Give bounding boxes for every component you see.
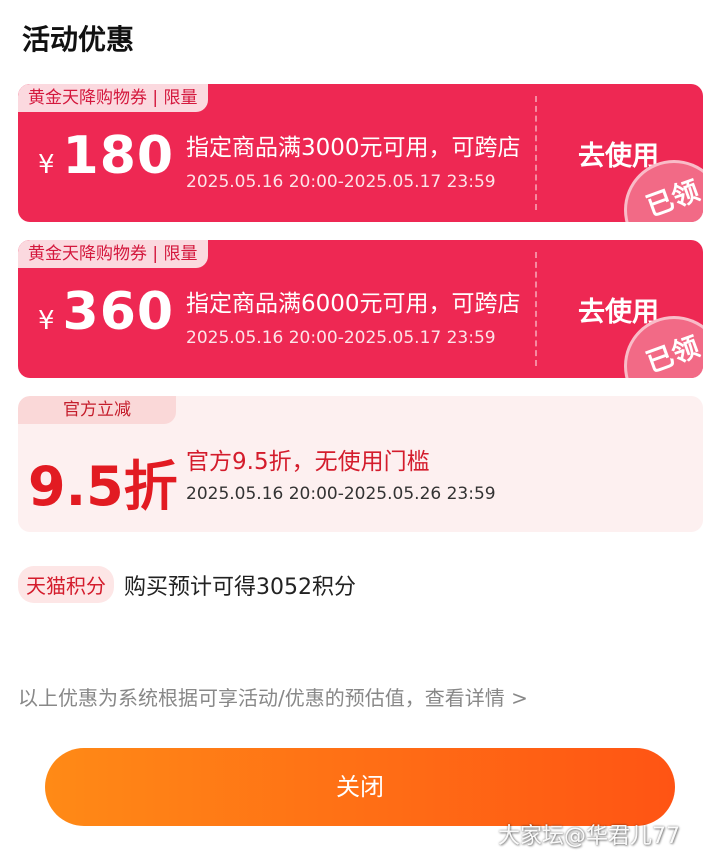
discount-rate: 9.5折 — [28, 455, 178, 518]
coupon-tag: 黄金天降购物券 | 限量 — [18, 240, 208, 268]
coupon-description: 指定商品满3000元可用，可跨店 — [186, 135, 521, 161]
coupon-card[interactable]: 黄金天降购物券 | 限量 ¥ 180 指定商品满3000元可用，可跨店 2025… — [18, 84, 703, 222]
points-row: 天猫积分 购买预计可得3052积分 — [18, 566, 356, 603]
coupon-card[interactable]: 黄金天降购物券 | 限量 ¥ 360 指定商品满6000元可用，可跨店 2025… — [18, 240, 703, 378]
currency-symbol: ¥ — [38, 306, 55, 336]
coupon-tag: 黄金天降购物券 | 限量 — [18, 84, 208, 112]
claimed-stamp-text: 已领 — [642, 175, 703, 222]
coupon-value: 180 — [62, 126, 175, 186]
coupon-amount: ¥ 360 — [38, 282, 174, 342]
tmall-points-badge: 天猫积分 — [18, 566, 114, 603]
coupon-validity: 2025.05.16 20:00-2025.05.17 23:59 — [186, 328, 496, 348]
coupon-amount: ¥ 180 — [38, 126, 174, 186]
claimed-stamp-text: 已领 — [642, 331, 703, 378]
official-discount-tag: 官方立减 — [18, 396, 176, 424]
view-details-link[interactable]: 以上优惠为系统根据可享活动/优惠的预估值，查看详情 > — [18, 682, 528, 711]
official-discount-card: 官方立减 9.5折 官方9.5折，无使用门槛 2025.05.16 20:00-… — [18, 396, 703, 532]
points-text: 购买预计可得3052积分 — [124, 574, 356, 600]
coupon-description: 指定商品满6000元可用，可跨店 — [186, 291, 521, 317]
coupon-divider — [535, 252, 537, 366]
discount-validity: 2025.05.16 20:00-2025.05.26 23:59 — [186, 484, 496, 504]
coupon-value: 360 — [62, 282, 175, 342]
discount-description: 官方9.5折，无使用门槛 — [186, 449, 430, 475]
coupon-validity: 2025.05.16 20:00-2025.05.17 23:59 — [186, 172, 496, 192]
coupon-divider — [535, 96, 537, 210]
close-button[interactable]: 关闭 — [45, 748, 675, 826]
watermark: 大家坛@华君儿77 — [498, 824, 680, 849]
currency-symbol: ¥ — [38, 150, 55, 180]
page-title: 活动优惠 — [22, 23, 135, 56]
